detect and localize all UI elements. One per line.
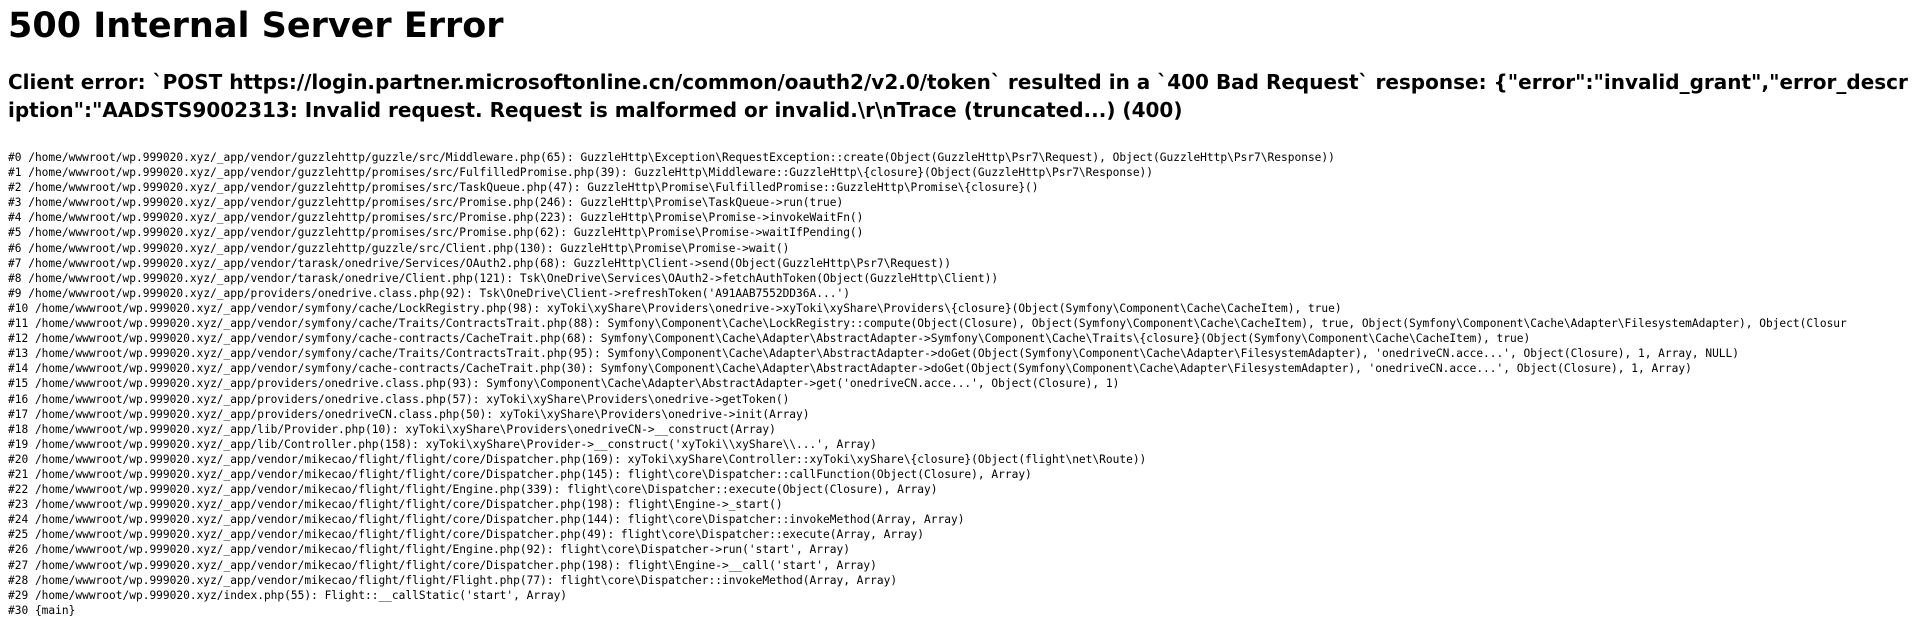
stack-trace-line: #7 /home/wwwroot/wp.999020.xyz/_app/vend… (8, 256, 951, 270)
stack-trace-line: #0 /home/wwwroot/wp.999020.xyz/_app/vend… (8, 151, 1335, 164)
stack-trace-line: #8 /home/wwwroot/wp.999020.xyz/_app/vend… (8, 271, 999, 285)
error-page: 500 Internal Server Error Client error: … (0, 0, 1920, 617)
stack-trace-line: #11 /home/wwwroot/wp.999020.xyz/_app/ven… (8, 317, 1847, 331)
stack-trace-line: #22 /home/wwwroot/wp.999020.xyz/_app/ven… (8, 483, 938, 497)
stack-trace-line: #19 /home/wwwroot/wp.999020.xyz/_app/lib… (8, 437, 877, 451)
stack-trace-line: #15 /home/wwwroot/wp.999020.xyz/_app/pro… (8, 377, 1120, 391)
stack-trace-line: #6 /home/wwwroot/wp.999020.xyz/_app/vend… (8, 241, 790, 255)
stack-trace-line: #9 /home/wwwroot/wp.999020.xyz/_app/prov… (8, 286, 850, 300)
stack-trace-line: #13 /home/wwwroot/wp.999020.xyz/_app/ven… (8, 347, 1740, 361)
stack-trace: #0 /home/wwwroot/wp.999020.xyz/_app/vend… (8, 150, 1912, 617)
stack-trace-line: #3 /home/wwwroot/wp.999020.xyz/_app/vend… (8, 196, 844, 210)
stack-trace-line: #2 /home/wwwroot/wp.999020.xyz/_app/vend… (8, 181, 1039, 195)
stack-trace-line: #12 /home/wwwroot/wp.999020.xyz/_app/ven… (8, 332, 1531, 346)
stack-trace-line: #5 /home/wwwroot/wp.999020.xyz/_app/vend… (8, 226, 864, 240)
stack-trace-line: #18 /home/wwwroot/wp.999020.xyz/_app/lib… (8, 422, 776, 436)
stack-trace-line: #23 /home/wwwroot/wp.999020.xyz/_app/ven… (8, 498, 783, 512)
stack-trace-line: #21 /home/wwwroot/wp.999020.xyz/_app/ven… (8, 467, 1032, 481)
stack-trace-line: #17 /home/wwwroot/wp.999020.xyz/_app/pro… (8, 407, 810, 421)
stack-trace-line: #14 /home/wwwroot/wp.999020.xyz/_app/ven… (8, 362, 1692, 376)
error-message: Client error: `POST https://login.partne… (8, 70, 1908, 122)
stack-trace-line: #26 /home/wwwroot/wp.999020.xyz/_app/ven… (8, 543, 850, 557)
stack-trace-line: #4 /home/wwwroot/wp.999020.xyz/_app/vend… (8, 211, 864, 225)
stack-trace-line: #25 /home/wwwroot/wp.999020.xyz/_app/ven… (8, 528, 925, 542)
stack-trace-line: #30 {main} (8, 603, 76, 617)
stack-trace-line: #20 /home/wwwroot/wp.999020.xyz/_app/ven… (8, 452, 1147, 466)
stack-trace-line: #24 /home/wwwroot/wp.999020.xyz/_app/ven… (8, 513, 965, 527)
stack-trace-line: #28 /home/wwwroot/wp.999020.xyz/_app/ven… (8, 573, 898, 587)
stack-trace-line: #1 /home/wwwroot/wp.999020.xyz/_app/vend… (8, 166, 1154, 180)
stack-trace-line: #16 /home/wwwroot/wp.999020.xyz/_app/pro… (8, 392, 790, 406)
stack-trace-line: #27 /home/wwwroot/wp.999020.xyz/_app/ven… (8, 558, 877, 572)
stack-trace-line: #10 /home/wwwroot/wp.999020.xyz/_app/ven… (8, 301, 1342, 315)
error-title: 500 Internal Server Error (8, 6, 504, 46)
stack-trace-line: #29 /home/wwwroot/wp.999020.xyz/index.ph… (8, 588, 568, 602)
